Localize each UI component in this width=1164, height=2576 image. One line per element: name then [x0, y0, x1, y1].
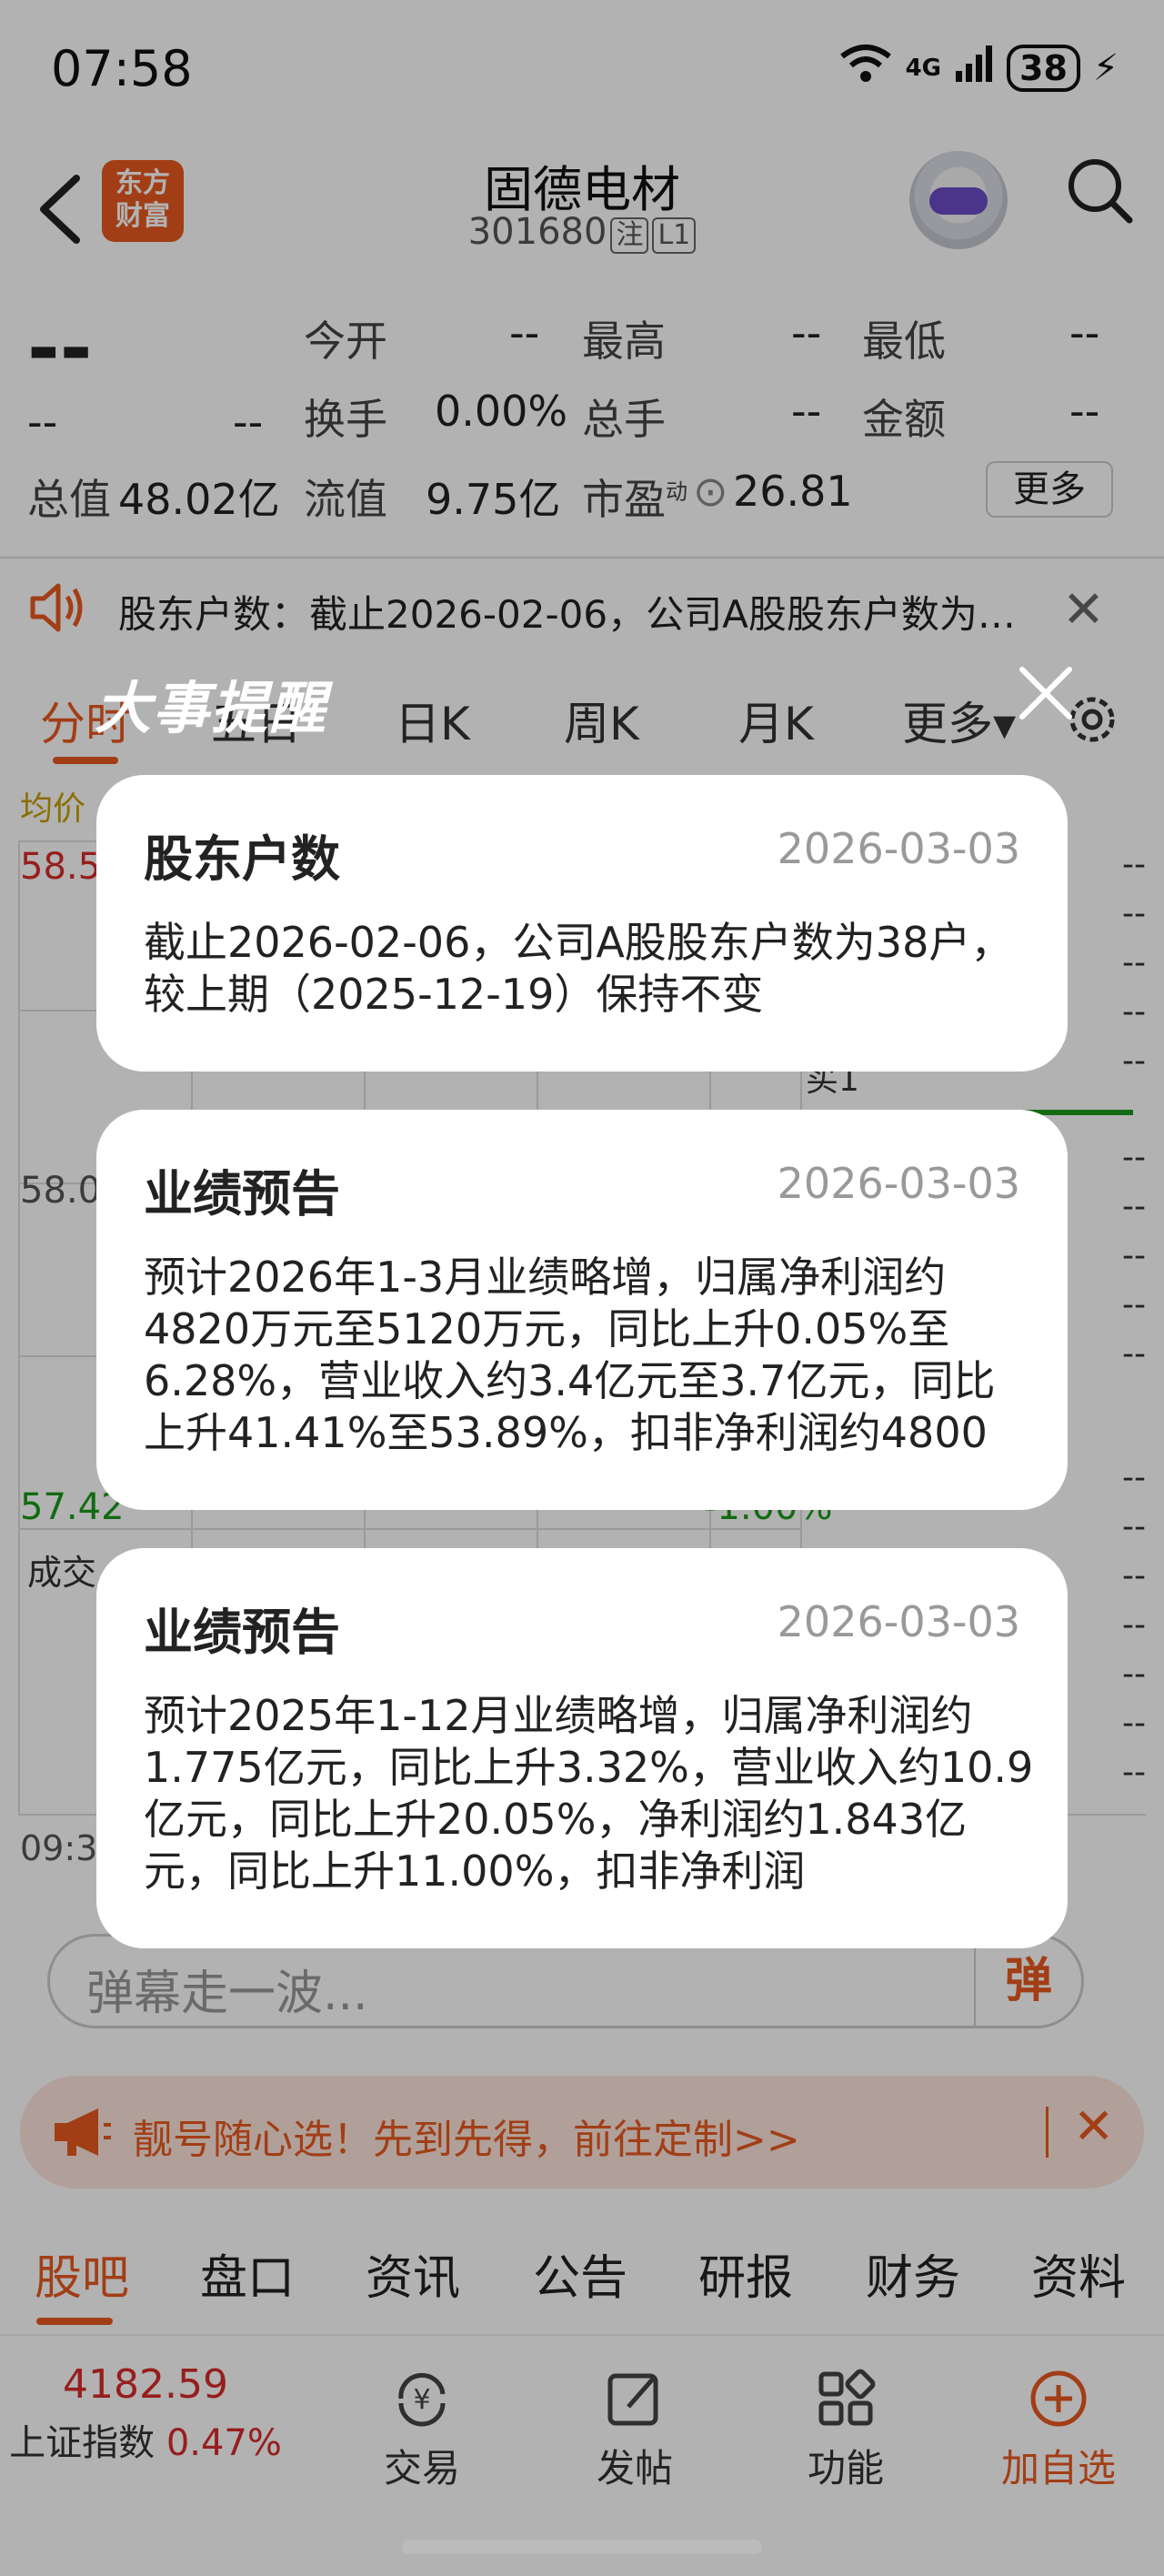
home-indicator[interactable]: [402, 2540, 762, 2554]
event-card-date: 2026-03-03: [777, 824, 1020, 873]
modal-close-button[interactable]: [1009, 657, 1082, 730]
event-card-body: 预计2026年1-3月业绩略增，归属净利润约4820万元至5120万元，同比上升…: [144, 1253, 996, 1457]
event-card-date: 2026-03-03: [777, 1159, 1020, 1208]
modal-title: 大事提醒: [95, 675, 328, 741]
event-card-title: 业绩预告: [144, 1165, 340, 1223]
close-icon: [1019, 667, 1072, 719]
event-card[interactable]: 业绩预告 2026-03-03 预计2026年1-3月业绩略增，归属净利润约48…: [96, 1110, 1068, 1510]
stock-detail-page: 07:58 4G 38 ⚡ 固德电材 301680 注 L1 东方 财富 -- …: [0, 0, 1164, 2576]
event-card-date: 2026-03-03: [777, 1597, 1020, 1646]
event-card[interactable]: 股东户数 2026-03-03 截止2026-02-06，公司A股股东户数为38…: [96, 775, 1068, 1072]
event-card-title: 业绩预告: [144, 1604, 340, 1661]
event-card-body: 预计2025年1-12月业绩略增，归属净利润约1.775亿元，同比上升3.32%…: [144, 1691, 1034, 1896]
event-card-body: 截止2026-02-06，公司A股股东户数为38户，较上期（2025-12-19…: [144, 918, 1013, 1019]
event-card-title: 股东户数: [144, 830, 340, 888]
event-card[interactable]: 业绩预告 2026-03-03 预计2025年1-12月业绩略增，归属净利润约1…: [96, 1548, 1068, 1948]
